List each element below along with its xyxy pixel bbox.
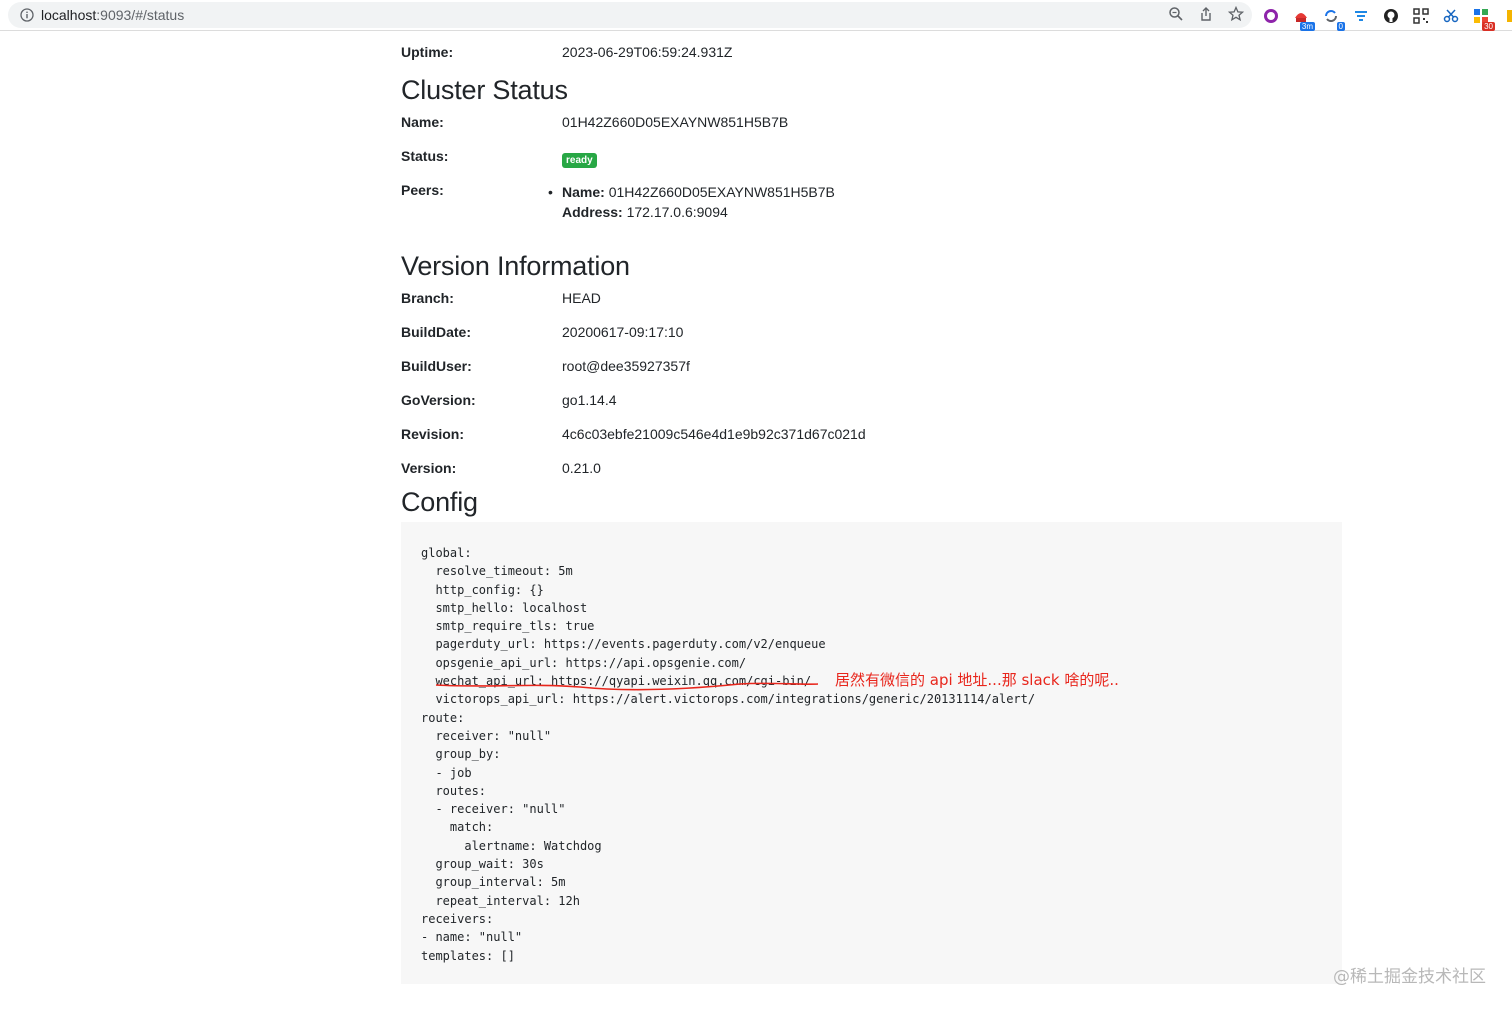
cluster-peers-row: Peers: • Name: 01H42Z660D05EXAYNW851H5B7… — [401, 178, 1342, 250]
version-information-heading: Version Information — [401, 251, 630, 281]
version-value: 0.21.0 — [562, 460, 601, 476]
version-label: Revision: — [401, 426, 465, 442]
cluster-name-label: Name: — [401, 114, 444, 130]
config-line: - name: "null" — [421, 930, 523, 945]
version-table: Branch: HEAD BuildDate: 20200617-09:17:10 Bu… — [401, 286, 1342, 490]
config-heading: Config — [401, 487, 478, 517]
config-line: http_config: {} — [421, 582, 544, 597]
config-line: receivers: — [421, 911, 494, 926]
watermark: @稀土掘金技术社区 — [1333, 967, 1486, 987]
status-badge: ready — [562, 153, 597, 168]
address-bar[interactable]: localhost:9093/#/status — [8, 2, 1252, 28]
config-line: resolve_timeout: 5m — [421, 564, 573, 579]
version-row: BuildUser: root@dee35927357f — [401, 354, 1342, 388]
config-line: - receiver: "null" — [421, 802, 566, 817]
version-value: go1.14.4 — [562, 392, 617, 408]
uptime-value: 2023-06-29T06:59:24.931Z — [562, 44, 733, 60]
status-page: Uptime: 2023-06-29T06:59:24.931Z Cluster… — [401, 40, 1342, 522]
config-line: smtp_hello: localhost — [421, 600, 588, 615]
extension-badge: 3m — [1299, 21, 1315, 31]
adblock-extension-icon[interactable]: 3m — [1292, 8, 1315, 31]
browser-toolbar: localhost:9093/#/status 3m 0 30 — [0, 0, 1512, 31]
config-line: routes: — [421, 783, 487, 798]
sync-extension-icon[interactable]: 0 — [1322, 8, 1345, 31]
cluster-status-row: Status: ready — [401, 144, 1342, 178]
config-block: global: resolve_timeout: 5m http_config:… — [401, 522, 1342, 984]
annotation-underline — [435, 682, 819, 691]
qrcode-extension-icon[interactable] — [1412, 8, 1429, 25]
github-extension-icon[interactable] — [1382, 8, 1399, 25]
version-label: GoVersion: — [401, 392, 476, 408]
version-row: GoVersion: go1.14.4 — [401, 388, 1342, 422]
version-label: BuildUser: — [401, 358, 472, 374]
red-annotation: 居然有微信的 api 地址...那 slack 啥的呢.. — [835, 671, 1119, 689]
config-line: group_by: — [421, 747, 501, 762]
url-path: :9093/#/status — [96, 7, 185, 23]
version-row: Version: 0.21.0 — [401, 456, 1342, 490]
version-label: BuildDate: — [401, 324, 471, 340]
config-line: alertname: Watchdog — [421, 838, 602, 853]
cluster-name-value: 01H42Z660D05EXAYNW851H5B7B — [562, 114, 789, 130]
uptime-label: Uptime: — [401, 44, 454, 60]
bookmark-star-icon[interactable] — [1228, 6, 1244, 22]
zoom-icon[interactable] — [1168, 6, 1184, 22]
version-row: Branch: HEAD — [401, 286, 1342, 320]
cluster-name-row: Name: 01H42Z660D05EXAYNW851H5B7B — [401, 110, 1342, 144]
peer-list-item: • Name: 01H42Z660D05EXAYNW851H5B7B Addre… — [548, 184, 835, 220]
extension-badge: 30 — [1482, 21, 1495, 31]
version-row: Revision: 4c6c03ebfe21009c546e4d1e9b92c37… — [401, 422, 1342, 456]
config-line: route: — [421, 710, 465, 725]
config-line: smtp_require_tls: true — [421, 619, 595, 634]
share-icon[interactable] — [1198, 6, 1214, 22]
cluster-status-label: Status: — [401, 148, 449, 164]
version-row: BuildDate: 20200617-09:17:10 — [401, 320, 1342, 354]
config-line: - job — [421, 765, 472, 780]
extension-badge: 0 — [1336, 21, 1345, 31]
peer-address-label: Address: — [562, 204, 623, 220]
config-line: group_interval: 5m — [421, 875, 566, 890]
version-value: HEAD — [562, 290, 601, 306]
config-line: receiver: "null" — [421, 728, 552, 743]
peer-name-label: Name: — [562, 184, 605, 200]
color-picker-extension-icon[interactable] — [1262, 8, 1279, 25]
scissors-extension-icon[interactable] — [1442, 8, 1459, 25]
config-line: pagerduty_url: https://events.pagerduty.… — [421, 637, 826, 652]
peer-name-value: 01H42Z660D05EXAYNW851H5B7B — [608, 184, 835, 200]
uptime-row: Uptime: 2023-06-29T06:59:24.931Z — [401, 40, 1342, 74]
config-line: global: — [421, 546, 472, 560]
version-value: root@dee35927357f — [562, 358, 690, 374]
version-value: 4c6c03ebfe21009c546e4d1e9b92c371d67c021d — [562, 426, 866, 442]
version-label: Version: — [401, 460, 457, 476]
config-line: templates: [] — [421, 948, 515, 963]
config-yaml: global: resolve_timeout: 5m http_config:… — [421, 544, 1035, 965]
config-line: repeat_interval: 12h — [421, 893, 580, 908]
apps-extension-icon[interactable]: 30 — [1472, 8, 1495, 31]
version-value: 20200617-09:17:10 — [562, 324, 684, 340]
cluster-status-heading: Cluster Status — [401, 75, 568, 105]
cluster-peers-label: Peers: — [401, 182, 444, 198]
version-label: Branch: — [401, 290, 454, 306]
more-extension-icon[interactable] — [1502, 8, 1512, 25]
filter-extension-icon[interactable] — [1352, 8, 1369, 25]
config-line: match: — [421, 820, 494, 835]
url-text[interactable]: localhost:9093/#/status — [41, 7, 184, 23]
config-line: group_wait: 30s — [421, 857, 544, 872]
url-host: localhost — [41, 7, 97, 23]
info-icon[interactable] — [20, 8, 34, 22]
peer-address-value: 172.17.0.6:9094 — [626, 204, 728, 220]
